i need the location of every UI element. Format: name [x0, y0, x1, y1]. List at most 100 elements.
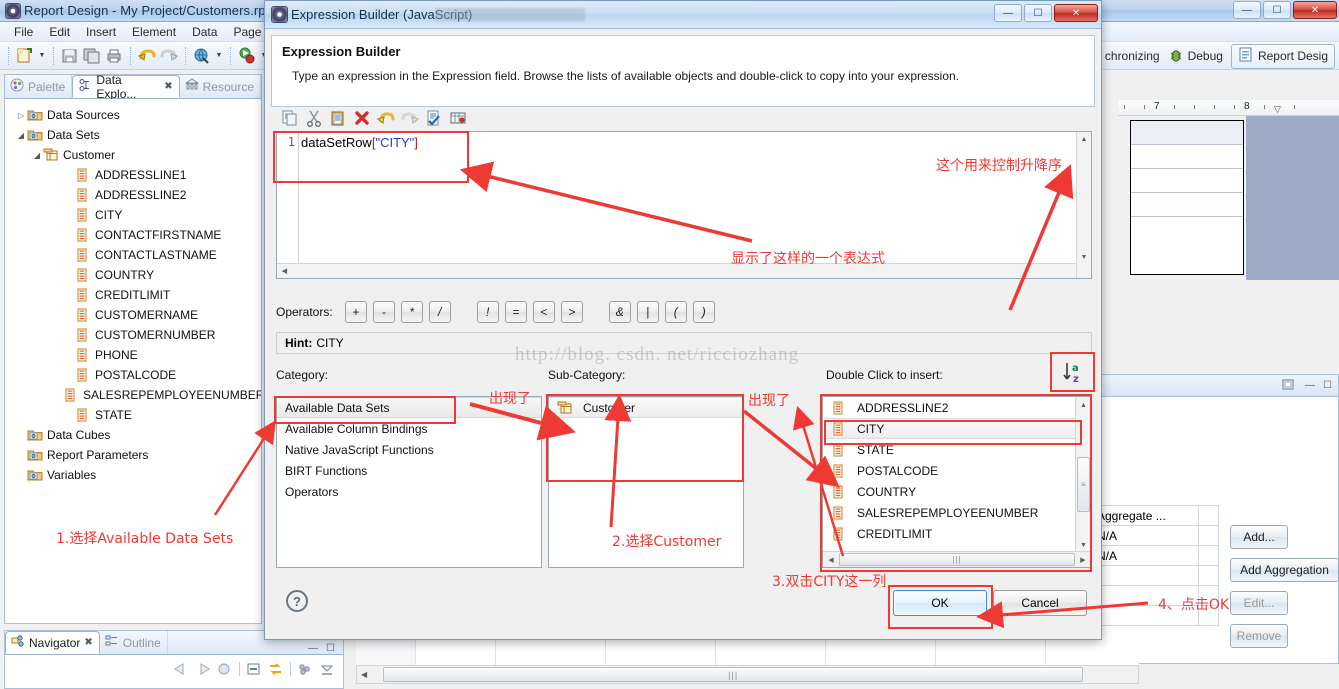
undo-icon[interactable] [376, 109, 395, 127]
scroll-thumb[interactable]: ||| [839, 553, 1075, 566]
new-report-icon[interactable] [15, 46, 35, 66]
expression-horizontal-scrollbar[interactable]: ◀ [277, 263, 1076, 278]
cut-icon[interactable] [305, 109, 323, 127]
table-row[interactable] [1131, 193, 1243, 217]
tree-item[interactable]: POSTALCODE [9, 365, 257, 385]
insert-list-item[interactable]: SALESREPEMPLOYEENUMBER [823, 502, 1075, 523]
category-list-item[interactable]: BIRT Functions [277, 460, 541, 481]
tree-item[interactable]: CONTACTLASTNAME [9, 245, 257, 265]
maximize-icon[interactable]: ☐ [1323, 380, 1332, 391]
ok-button[interactable]: OK [893, 590, 987, 616]
close-icon[interactable]: ✕ [1054, 4, 1098, 22]
expression-text[interactable]: dataSetRow["CITY"] [301, 135, 418, 150]
insert-list-horizontal-scrollbar[interactable]: ◀ ||| ▶ [823, 551, 1091, 567]
subcategory-list-item[interactable]: Customer [549, 397, 743, 418]
remove-button[interactable]: Remove [1230, 624, 1288, 648]
tab-resource[interactable]: Resource [180, 75, 261, 98]
forward-arrow-icon[interactable] [195, 662, 211, 676]
add-button[interactable]: Add... [1230, 525, 1288, 549]
operator-not-button[interactable]: ! [476, 301, 499, 323]
table-row[interactable] [1091, 565, 1199, 586]
scroll-up-arrow-icon[interactable]: ▲ [1077, 132, 1091, 147]
twisty-icon[interactable]: ▷ [15, 111, 27, 120]
tree-item[interactable]: CREDITLIMIT [9, 285, 257, 305]
category-list-item[interactable]: Operators [277, 481, 541, 502]
menu-item-file[interactable]: File [6, 24, 41, 40]
tab-data-explorer[interactable]: Data Explo... ✖ [72, 73, 180, 101]
category-list[interactable]: Available Data Sets Available Column Bind… [276, 396, 542, 568]
link-editor-icon[interactable] [268, 662, 284, 676]
tree-item[interactable]: CUSTOMERNUMBER [9, 325, 257, 345]
expression-vertical-scrollbar[interactable]: ▲ ▼ [1076, 132, 1091, 278]
preview-web-icon[interactable] [192, 46, 212, 66]
insert-list-item[interactable]: COUNTRY [823, 481, 1075, 502]
scroll-left-arrow-icon[interactable]: ◀ [823, 556, 839, 564]
tree-item[interactable]: Report Parameters [9, 445, 257, 465]
save-all-icon[interactable] [82, 46, 102, 66]
expression-toolbar[interactable] [275, 105, 1093, 131]
menu-item-edit[interactable]: Edit [41, 24, 78, 40]
table-row[interactable] [1131, 169, 1243, 193]
tree-item[interactable]: ◢ Data Sets [9, 125, 257, 145]
delete-icon[interactable] [353, 109, 371, 127]
restore-icon[interactable] [1282, 378, 1297, 394]
menu-item-element[interactable]: Element [124, 24, 184, 40]
scroll-right-arrow-icon[interactable]: ▶ [1075, 556, 1091, 564]
expression-editor[interactable]: 1 dataSetRow["CITY"] ▲ ▼ ◀ [276, 131, 1092, 279]
table-row[interactable] [1131, 145, 1243, 169]
cancel-button[interactable]: Cancel [993, 590, 1087, 616]
insert-list[interactable]: ADDRESSLINE2 CITY STATE POSTALCODE COUNTRY SA… [822, 396, 1092, 568]
insert-list-item[interactable]: CREDITLIMIT [823, 523, 1075, 544]
perspective-debug[interactable]: Debug [1168, 47, 1223, 66]
insert-list-item[interactable]: ADDRESSLINE2 [823, 397, 1075, 418]
operator-lessthan-button[interactable]: < [532, 301, 555, 323]
scroll-left-arrow-icon[interactable]: ◀ [361, 670, 367, 679]
tab-navigator[interactable]: Navigator ✖ [5, 631, 100, 654]
tree-item[interactable]: ◢ Customer [9, 145, 257, 165]
operator-open-paren-button[interactable]: ( [664, 301, 687, 323]
run-icon[interactable] [237, 46, 257, 66]
insert-list-vertical-scrollbar[interactable]: ▲ ≡ ▼ [1075, 397, 1091, 553]
chevron-down-icon[interactable]: ▼ [37, 46, 47, 66]
operator-close-paren-button[interactable]: ) [692, 301, 715, 323]
add-aggregation-button[interactable]: Add Aggregation [1230, 558, 1339, 582]
tree-item[interactable]: CONTACTFIRSTNAME [9, 225, 257, 245]
navigator-toolbar[interactable] [5, 655, 343, 679]
scroll-down-arrow-icon[interactable]: ▼ [1077, 250, 1091, 265]
back-arrow-icon[interactable] [173, 662, 189, 676]
redo-icon[interactable] [401, 109, 420, 127]
tree-item[interactable]: CUSTOMERNAME [9, 305, 257, 325]
redo-icon[interactable] [159, 46, 179, 66]
operator-equals-button[interactable]: = [504, 301, 527, 323]
category-list-item[interactable]: Native JavaScript Functions [277, 439, 541, 460]
tab-outline[interactable]: Outline [100, 631, 168, 654]
copy-icon[interactable] [281, 109, 299, 127]
table-row[interactable]: N/A [1091, 525, 1199, 546]
close-icon[interactable]: ✕ [1293, 1, 1337, 19]
twisty-icon[interactable]: ◢ [31, 151, 43, 160]
tree-item[interactable]: COUNTRY [9, 265, 257, 285]
menu-item-data[interactable]: Data [184, 24, 225, 40]
tab-palette[interactable]: Palette [5, 75, 73, 98]
scroll-left-arrow-icon[interactable]: ◀ [277, 267, 292, 275]
tree-item[interactable]: CITY [9, 205, 257, 225]
minimize-icon[interactable]: — [308, 643, 318, 654]
operator-plus-button[interactable]: + [344, 301, 367, 323]
insert-list-item[interactable]: POSTALCODE [823, 460, 1075, 481]
perspective-bar[interactable]: chronizing Debug Report Desig [1105, 42, 1339, 70]
maximize-icon[interactable]: ☐ [326, 643, 335, 654]
operators-row[interactable]: Operators: + - * / ! = < > & | ( ) [276, 298, 1092, 326]
close-icon[interactable]: ✖ [164, 81, 172, 92]
maximize-icon[interactable]: ☐ [1024, 4, 1052, 22]
left-view-tabbar[interactable]: Palette Data Explo... ✖ Resource [5, 73, 261, 101]
perspective-report-design[interactable]: Report Desig [1230, 43, 1335, 69]
category-list-item[interactable]: Available Column Bindings [277, 418, 541, 439]
minimize-icon[interactable]: — [1305, 380, 1315, 391]
sort-az-button[interactable]: a z [1055, 355, 1091, 389]
insert-field-icon[interactable] [449, 109, 467, 127]
scroll-thumb[interactable]: ≡ [1077, 457, 1090, 512]
paste-icon[interactable] [329, 109, 347, 127]
operator-or-button[interactable]: | [636, 301, 659, 323]
minimize-icon[interactable]: — [1233, 1, 1261, 19]
operator-multiply-button[interactable]: * [400, 301, 423, 323]
